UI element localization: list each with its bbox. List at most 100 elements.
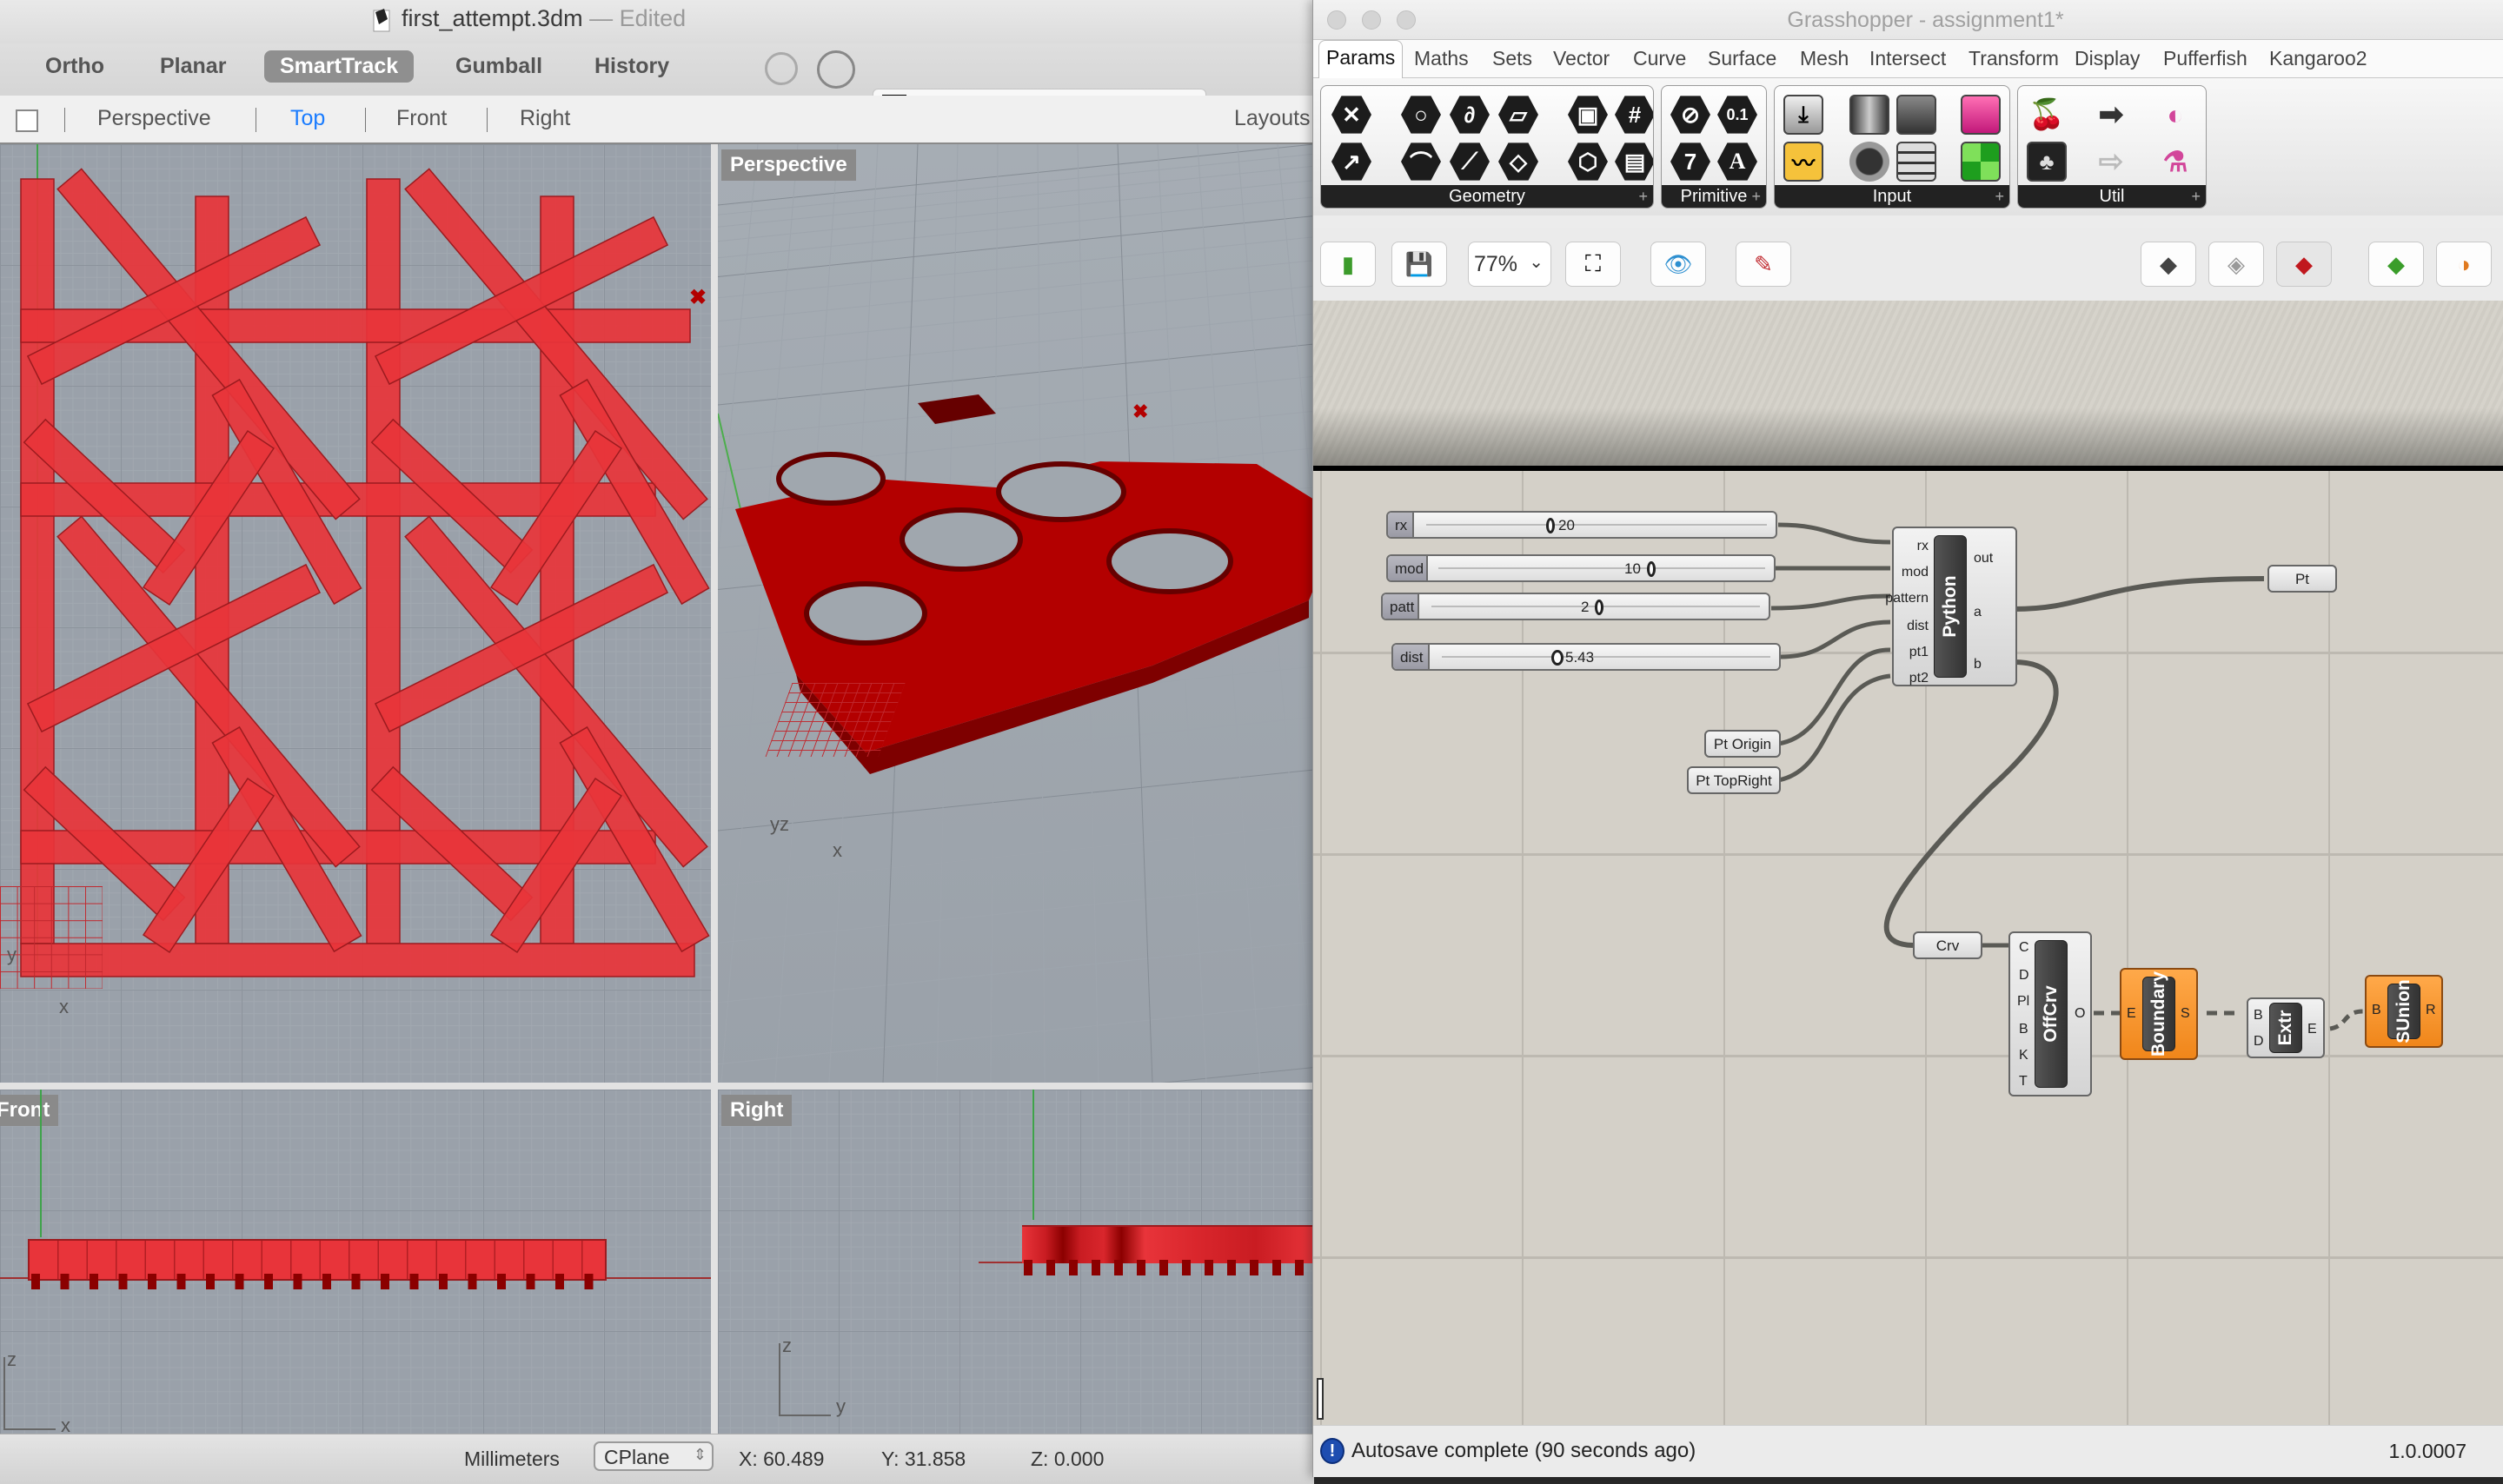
perspective-viewport[interactable]: Perspective ✖ ✖ yz x [718, 144, 1314, 1083]
flask-icon[interactable]: ⚗ [2155, 142, 2195, 182]
slider-mod[interactable]: mod 10 [1386, 554, 1776, 582]
output-o[interactable]: O [2075, 1006, 2085, 1022]
output-out[interactable]: out [1974, 551, 1993, 566]
input-pl[interactable]: Pl [2017, 994, 2029, 1010]
plane-param-icon[interactable]: ◇ [1498, 142, 1538, 181]
tab-params[interactable]: Params [1318, 40, 1404, 78]
relay-icon[interactable]: ➡ [2091, 95, 2131, 135]
tab-right[interactable]: Right [520, 106, 570, 131]
history-toggle[interactable]: History [579, 50, 685, 83]
cherry-picker-icon[interactable]: 🍒 [2027, 95, 2067, 135]
jump-icon[interactable]: ⇨ [2091, 142, 2131, 182]
circle-param-icon[interactable]: ○ [1401, 96, 1441, 134]
tab-top[interactable]: Top [290, 106, 325, 131]
filter-icon[interactable] [817, 50, 855, 89]
integer-icon[interactable]: 7 [1670, 142, 1710, 181]
input-dist[interactable]: dist [1907, 619, 1929, 634]
tab-surface[interactable]: Surface [1708, 47, 1776, 70]
units-label[interactable]: Millimeters [464, 1448, 560, 1471]
layouts-button[interactable]: Layouts [1234, 106, 1311, 131]
grasshopper-canvas[interactable]: rx 20 mod 10 patt 2 dist 5.43 rx mod pat… [1313, 301, 2503, 1425]
slider-track[interactable] [1426, 524, 1767, 526]
tab-intersect[interactable]: Intersect [1869, 47, 1946, 70]
tab-vector[interactable]: Vector [1553, 47, 1610, 70]
slider-patt[interactable]: patt 2 [1381, 593, 1770, 620]
boundary-surfaces-component[interactable]: E Boundary S [2120, 968, 2198, 1060]
input-mod[interactable]: mod [1902, 565, 1929, 580]
input-k[interactable]: K [2019, 1048, 2028, 1063]
slider-grip[interactable] [1546, 518, 1555, 533]
slider-grip[interactable] [1551, 650, 1564, 666]
pt-param[interactable]: Pt [2267, 565, 2337, 593]
slider-grip[interactable] [1595, 600, 1603, 615]
output-r[interactable]: R [2426, 1003, 2436, 1018]
tab-transform[interactable]: Transform [1969, 47, 2059, 70]
pt-topright-param[interactable]: Pt TopRight [1687, 766, 1781, 794]
curve-param-icon[interactable]: ∂ [1450, 96, 1490, 134]
tab-mesh[interactable]: Mesh [1800, 47, 1849, 70]
slider-track[interactable] [1442, 656, 1770, 658]
tab-perspective[interactable]: Perspective [97, 106, 211, 131]
input-t[interactable]: T [2019, 1074, 2028, 1090]
field-param-icon[interactable]: ▤ [1615, 142, 1653, 181]
output-a[interactable]: a [1974, 605, 1982, 620]
colour-swatch-icon[interactable] [1961, 142, 2001, 182]
tab-sets[interactable]: Sets [1492, 47, 1532, 70]
input-rx[interactable]: rx [1917, 539, 1929, 554]
output-b[interactable]: b [1974, 657, 1982, 672]
preview-eye-button[interactable]: 👁 [1650, 242, 1706, 287]
surface-param-icon[interactable]: ▱ [1498, 96, 1538, 134]
data-dam-icon[interactable]: ◐ [2155, 95, 2195, 135]
info-icon[interactable]: ! [1320, 1438, 1344, 1464]
text-icon[interactable]: A [1717, 142, 1757, 181]
preview-none-button[interactable]: ◈ [2208, 242, 2264, 287]
mesh-param-icon[interactable]: # [1615, 96, 1653, 134]
viewport-label-front[interactable]: Front [0, 1095, 59, 1126]
arc-param-icon[interactable]: ⌒ [1401, 142, 1441, 181]
viewport-splitter-horizontal[interactable] [0, 1083, 1314, 1090]
tree-icon[interactable]: ♣ [2027, 142, 2067, 182]
slider-rx[interactable]: rx 20 [1386, 511, 1777, 539]
panel-import-icon[interactable]: ⤓ [1783, 95, 1823, 135]
sketch-button[interactable]: ✎ [1736, 242, 1791, 287]
canvas-scrollbar[interactable] [1317, 1378, 1324, 1420]
box-param-icon[interactable]: ⬡ [1568, 142, 1608, 181]
open-file-button[interactable]: ▮ [1320, 242, 1376, 287]
input-pt1[interactable]: pt1 [1909, 645, 1929, 660]
tab-kangaroo2[interactable]: Kangaroo2 [2269, 47, 2367, 70]
geometry-param-icon[interactable]: ✕ [1331, 96, 1371, 134]
top-viewport[interactable]: ✖ y x [0, 144, 711, 1083]
gradient-icon[interactable] [1896, 95, 1936, 135]
point-param-icon[interactable]: ↗ [1331, 142, 1371, 181]
tab-curve[interactable]: Curve [1633, 47, 1686, 70]
button-icon[interactable] [1849, 142, 1889, 182]
front-viewport[interactable]: Front z x [0, 1090, 711, 1434]
output-e[interactable]: E [2307, 1022, 2317, 1037]
tab-display[interactable]: Display [2075, 47, 2140, 70]
pt-origin-param[interactable]: Pt Origin [1704, 730, 1781, 758]
line-param-icon[interactable]: ⟋ [1450, 142, 1490, 181]
offset-curve-component[interactable]: C D Pl B K T OffCrv O [2008, 931, 2092, 1096]
boolean-icon[interactable]: ⊘ [1670, 96, 1710, 134]
brep-param-icon[interactable]: ▣ [1568, 96, 1608, 134]
ortho-toggle[interactable]: Ortho [30, 50, 120, 83]
python-component[interactable]: rx mod pattern dist pt1 pt2 Python out a… [1885, 527, 2017, 686]
crv-param[interactable]: Crv [1913, 931, 1982, 959]
preview-mesh-button[interactable]: ◑ [2436, 242, 2492, 287]
gumball-toggle[interactable]: Gumball [440, 50, 558, 83]
viewport-layout-icon[interactable] [16, 109, 38, 132]
preview-wireframe-button[interactable]: ◆ [2141, 242, 2196, 287]
slider-grip[interactable] [1647, 561, 1656, 577]
tab-front[interactable]: Front [396, 106, 447, 131]
viewport-splitter-vertical[interactable] [711, 144, 718, 1434]
save-file-button[interactable]: 💾 [1391, 242, 1447, 287]
toggle-icon[interactable] [1849, 95, 1889, 135]
output-s[interactable]: S [2181, 1006, 2190, 1022]
tab-maths[interactable]: Maths [1414, 47, 1469, 70]
planar-toggle[interactable]: Planar [144, 50, 242, 83]
input-b[interactable]: B [2254, 1008, 2263, 1024]
tab-pufferfish[interactable]: Pufferfish [2163, 47, 2247, 70]
input-e[interactable]: E [2127, 1006, 2136, 1022]
slider-dist[interactable]: dist 5.43 [1391, 643, 1781, 671]
zoom-extents-button[interactable]: ⛶ [1565, 242, 1621, 287]
